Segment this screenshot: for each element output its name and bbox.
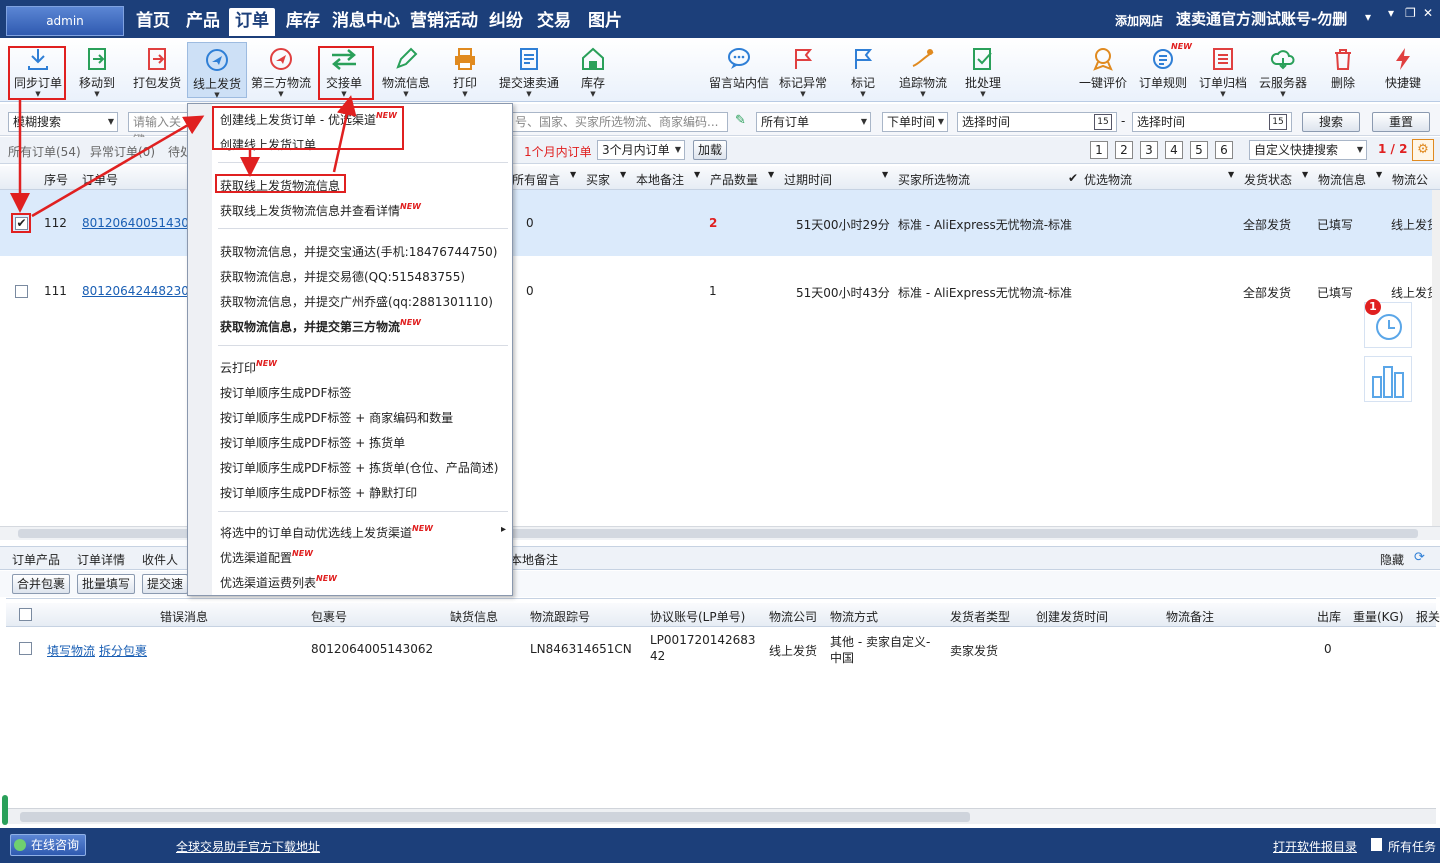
annotation-arrows	[10, 95, 357, 218]
arrow-get-to-handover	[332, 95, 357, 173]
arrow-checkbox-to-menu	[31, 115, 205, 218]
